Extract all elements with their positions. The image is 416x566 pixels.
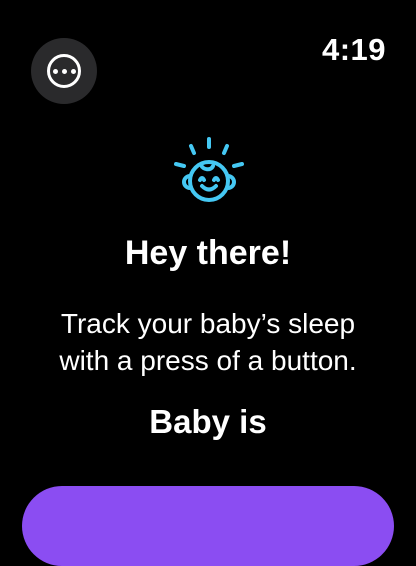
baby-status-label: Baby is [149,403,267,440]
ellipsis-dot [61,68,67,74]
ellipsis-dot [70,68,76,74]
description-line: with a press of a button. [59,345,357,376]
clock-time: 4:19 [321,32,386,67]
ellipsis-dot [52,68,58,74]
description-line: Track your baby’s sleep [60,308,356,339]
ellipsis-circle-icon [47,54,81,88]
welcome-description: Track your baby’s sleep with a press of … [0,305,416,379]
more-options-button[interactable] [31,38,97,104]
baby-status-button[interactable] [22,486,394,566]
baby-face-icon [174,137,244,202]
welcome-headline: Hey there! [124,234,292,272]
